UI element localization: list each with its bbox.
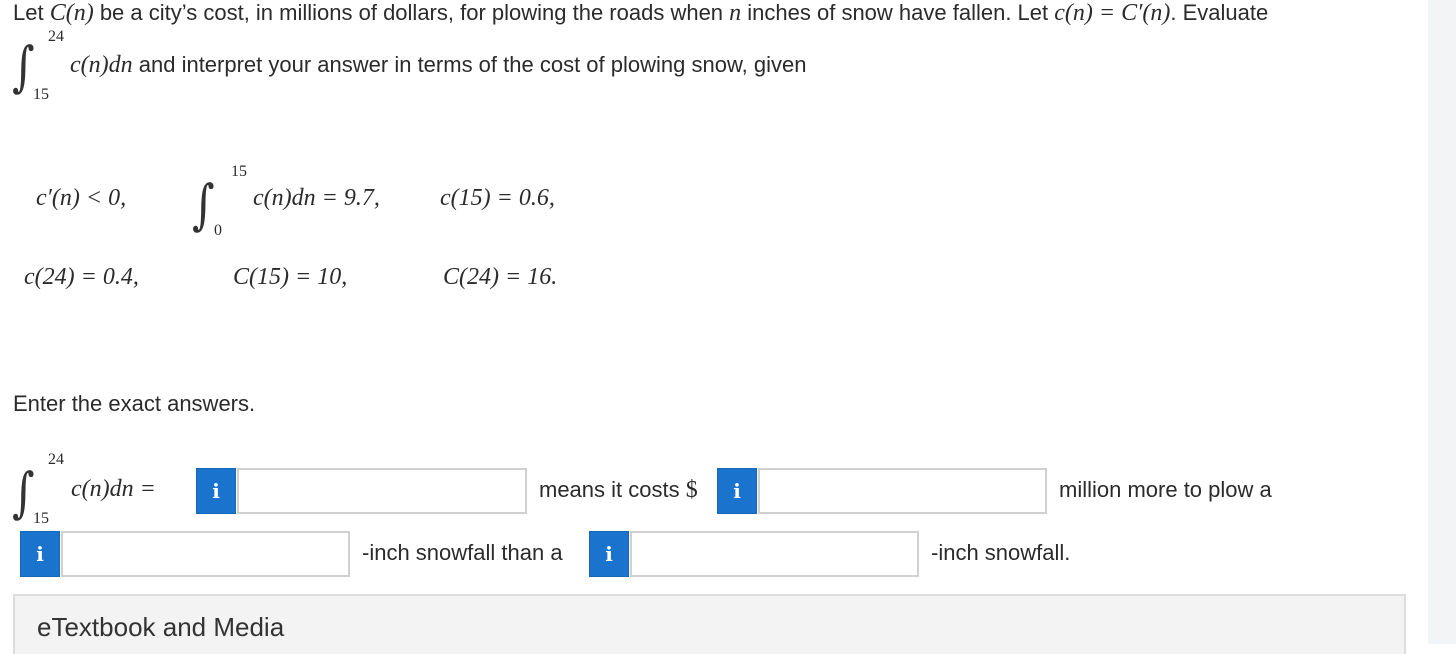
info-icon[interactable]: i <box>717 468 757 514</box>
integral-value-input[interactable] <box>237 468 527 514</box>
question-text-part5: and interpret your answer in terms of th… <box>132 52 807 77</box>
info-icon[interactable]: i <box>20 531 60 577</box>
question-line-1: Let C(n) be a city’s cost, in millions o… <box>13 0 1268 26</box>
question-integral-upper: 24 <box>48 28 64 45</box>
million-more-text: million more to plow a <box>1059 477 1272 502</box>
answer-integral-expression: c(n)dn = <box>71 476 156 502</box>
dollar-sign: $ <box>685 477 698 503</box>
etextbook-media-label[interactable]: eTextbook and Media <box>37 612 284 643</box>
question-text-part2: be a city’s cost, in millions of dollars… <box>93 0 730 25</box>
given-c24: c(24) = 0.4, <box>24 264 139 290</box>
integral-sign-icon: ∫ <box>12 461 35 524</box>
given-derivative-negative: c′(n) < 0, <box>36 185 127 211</box>
given-integral-lower: 0 <box>214 222 222 239</box>
question-text-part3: inches of snow have fallen. Let <box>741 0 1055 25</box>
question-integral-lower: 15 <box>33 86 49 103</box>
given-C24: C(24) = 16. <box>443 264 558 290</box>
given-c15: c(15) = 0.6, <box>440 185 555 211</box>
answer-integral-lower: 15 <box>33 510 49 527</box>
means-costs-label: means it costs <box>539 477 680 502</box>
info-icon[interactable]: i <box>589 531 629 577</box>
info-icon[interactable]: i <box>196 468 236 514</box>
inch-snowfall-text: -inch snowfall. <box>931 540 1071 565</box>
given-integral-value: c(n)dn = 9.7, <box>253 185 380 211</box>
given-C15: C(15) = 10, <box>233 264 348 290</box>
given-integral-upper: 15 <box>231 163 247 180</box>
instruction-text: Enter the exact answers. <box>13 391 256 416</box>
integral-sign-icon: ∫ <box>192 173 215 236</box>
higher-snowfall-input[interactable] <box>61 531 350 577</box>
question-text-part4: . Evaluate <box>1170 0 1269 25</box>
snow-variable: n <box>729 0 742 26</box>
question-text-part1: Let <box>13 0 50 25</box>
answer-integral-upper: 24 <box>48 451 64 468</box>
question-integrand: c(n)dn <box>70 52 133 78</box>
question-line-2: c(n)dn and interpret your answer in term… <box>70 52 806 79</box>
cost-amount-input[interactable] <box>758 468 1047 514</box>
cost-function-symbol: C(n) <box>49 0 94 26</box>
scrollbar[interactable] <box>1428 0 1456 644</box>
etextbook-media-panel[interactable]: eTextbook and Media <box>13 594 1406 654</box>
derivative-definition: c(n) = C′(n) <box>1054 0 1171 26</box>
means-costs-text: means it costs $ <box>539 477 698 504</box>
lower-snowfall-input[interactable] <box>630 531 919 577</box>
inch-snowfall-than-text: -inch snowfall than a <box>362 540 563 565</box>
integral-sign-icon: ∫ <box>12 35 35 98</box>
